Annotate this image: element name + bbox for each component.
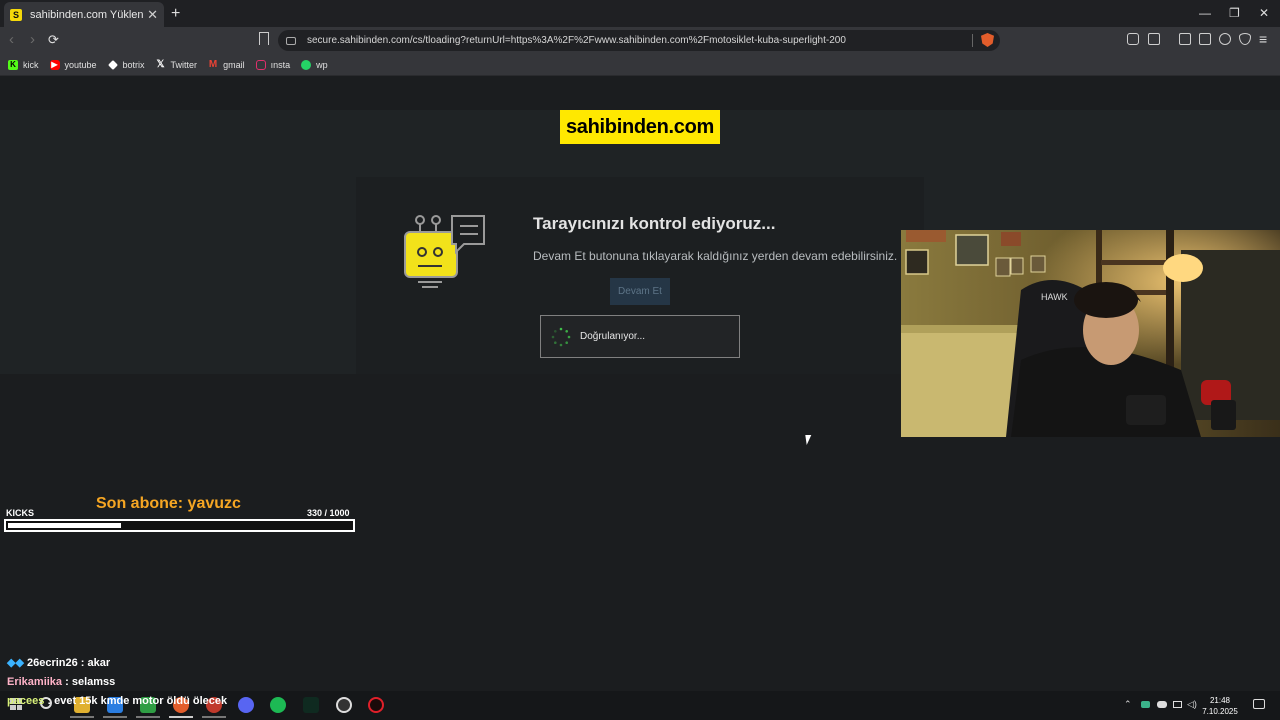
page-heading: Tarayıcınızı kontrol ediyoruz... xyxy=(533,214,776,233)
app-running-indicator xyxy=(202,716,226,718)
loading-spinner-icon xyxy=(551,327,571,346)
taskbar-clock[interactable]: 21:48 7.10.2025 xyxy=(1200,695,1240,717)
site-favicon: S xyxy=(10,8,22,21)
webcam-feed-image: HAWK xyxy=(901,230,1280,437)
wallet2-icon[interactable] xyxy=(1199,33,1211,45)
wallet-icon[interactable] xyxy=(1148,33,1160,45)
tab-strip: S sahibinden.com Yükleniyor ✕ + — ❐ ✕ xyxy=(0,0,1280,27)
app-running-indicator xyxy=(169,716,193,718)
chat-username: Erikamiika xyxy=(7,676,63,688)
forward-icon[interactable]: › xyxy=(30,31,35,48)
opera-icon[interactable] xyxy=(368,697,384,713)
tray-app-icon[interactable] xyxy=(1141,701,1150,708)
continue-button[interactable]: Devam Et xyxy=(610,278,670,305)
bookmarks-bar: Kkick ▶ youtube botrix 𝕏 Twitter Mgmail ın… xyxy=(0,54,1280,76)
site-logo[interactable]: sahibinden.com xyxy=(560,110,720,144)
new-tab-button[interactable]: + xyxy=(171,5,180,23)
chat-message: ◆◆ 26ecrin26 : akar xyxy=(7,657,111,669)
robot-check-icon xyxy=(404,215,485,288)
bookmark-kick[interactable]: Kkick xyxy=(8,59,39,70)
back-icon[interactable]: ‹ xyxy=(9,31,14,48)
botrix-icon xyxy=(107,59,118,70)
bookmark-page-icon[interactable] xyxy=(259,32,269,45)
page-subtext: Devam Et butonuna tıklayarak kaldığınız … xyxy=(533,249,898,263)
chat-text: evet 15k kmde motor öldü ölecek xyxy=(54,695,228,707)
chat-text: akar xyxy=(87,657,111,669)
tab-title: sahibinden.com Yükleniyor xyxy=(30,8,144,21)
spotify-icon[interactable] xyxy=(270,697,286,713)
leo-ai-icon[interactable] xyxy=(1219,33,1231,45)
volume-icon[interactable]: ◁) xyxy=(1187,699,1197,710)
bookmark-youtube[interactable]: ▶ youtube xyxy=(49,59,97,70)
window-close-icon[interactable]: ✕ xyxy=(1259,6,1269,20)
app-running-indicator xyxy=(136,716,160,718)
minimize-icon[interactable]: — xyxy=(1199,6,1211,20)
chat-message: Erikamiika : selamss xyxy=(7,676,116,688)
bookmark-twitter[interactable]: 𝕏 Twitter xyxy=(156,59,198,70)
kicks-progress-fill xyxy=(8,523,121,528)
obs-icon[interactable] xyxy=(336,697,352,713)
verify-status-text: Doğrulanıyor... xyxy=(580,331,646,342)
tray-chevron-icon[interactable]: ⌃ xyxy=(1124,699,1132,710)
chat-username: 26ecrin26 xyxy=(26,657,78,669)
last-subscriber-label: Son abone: yavuzc xyxy=(96,495,241,512)
url-text: secure.sahibinden.com/cs/tloading?return… xyxy=(307,35,846,46)
app-running-indicator xyxy=(70,716,94,718)
bookmark-botrix[interactable]: botrix xyxy=(107,59,145,70)
bookmark-insta[interactable]: ınsta xyxy=(255,59,290,70)
brave-shields-icon[interactable] xyxy=(981,33,994,47)
url-separator xyxy=(972,34,973,47)
chat-text: selamss xyxy=(71,676,116,688)
notifications-icon[interactable] xyxy=(1253,699,1265,709)
kicks-progress-bar xyxy=(4,519,355,532)
restore-icon[interactable]: ❐ xyxy=(1229,6,1240,20)
sidebar-icon[interactable] xyxy=(1179,33,1191,45)
webcam-overlay: HAWK xyxy=(901,230,1280,437)
network-icon[interactable] xyxy=(1173,701,1182,708)
svg-text:HAWK: HAWK xyxy=(1041,292,1068,302)
reload-icon[interactable]: ⟳ xyxy=(48,32,59,48)
gmail-icon: M xyxy=(208,59,218,70)
bookmark-wp[interactable]: wp xyxy=(301,59,328,70)
tray-discord-icon[interactable] xyxy=(1157,701,1167,708)
instagram-icon xyxy=(255,59,266,70)
kicks-goal-count: 330 / 1000 xyxy=(307,508,350,518)
whatsapp-icon xyxy=(301,59,312,70)
app-icon-dark[interactable] xyxy=(303,697,319,713)
chat-message: pacees : evet 15k kmde motor öldü ölecek xyxy=(7,695,228,707)
chat-badge-icon: ◆◆ xyxy=(7,657,24,669)
address-bar[interactable]: secure.sahibinden.com/cs/tloading?return… xyxy=(278,30,1000,51)
bookmark-gmail[interactable]: Mgmail xyxy=(208,59,245,70)
active-tab[interactable]: S sahibinden.com Yükleniyor ✕ xyxy=(4,2,164,27)
chat-username: pacees xyxy=(7,695,45,707)
clock-date: 7.10.2025 xyxy=(1202,707,1238,716)
kicks-goal-label: KICKS xyxy=(6,508,35,518)
discord-icon[interactable] xyxy=(238,697,254,713)
site-info-icon[interactable] xyxy=(286,36,296,45)
extensions-icon[interactable] xyxy=(1127,33,1139,45)
tab-close-icon[interactable]: ✕ xyxy=(147,7,158,23)
menu-icon[interactable]: ≡ xyxy=(1259,31,1267,47)
verification-widget[interactable]: Doğrulanıyor... xyxy=(540,315,740,358)
clock-time: 21:48 xyxy=(1209,696,1231,705)
app-running-indicator xyxy=(103,716,127,718)
x-icon: 𝕏 xyxy=(156,59,165,70)
mouse-cursor xyxy=(805,435,813,445)
youtube-icon: ▶ xyxy=(49,59,60,70)
kick-icon: K xyxy=(8,59,18,70)
